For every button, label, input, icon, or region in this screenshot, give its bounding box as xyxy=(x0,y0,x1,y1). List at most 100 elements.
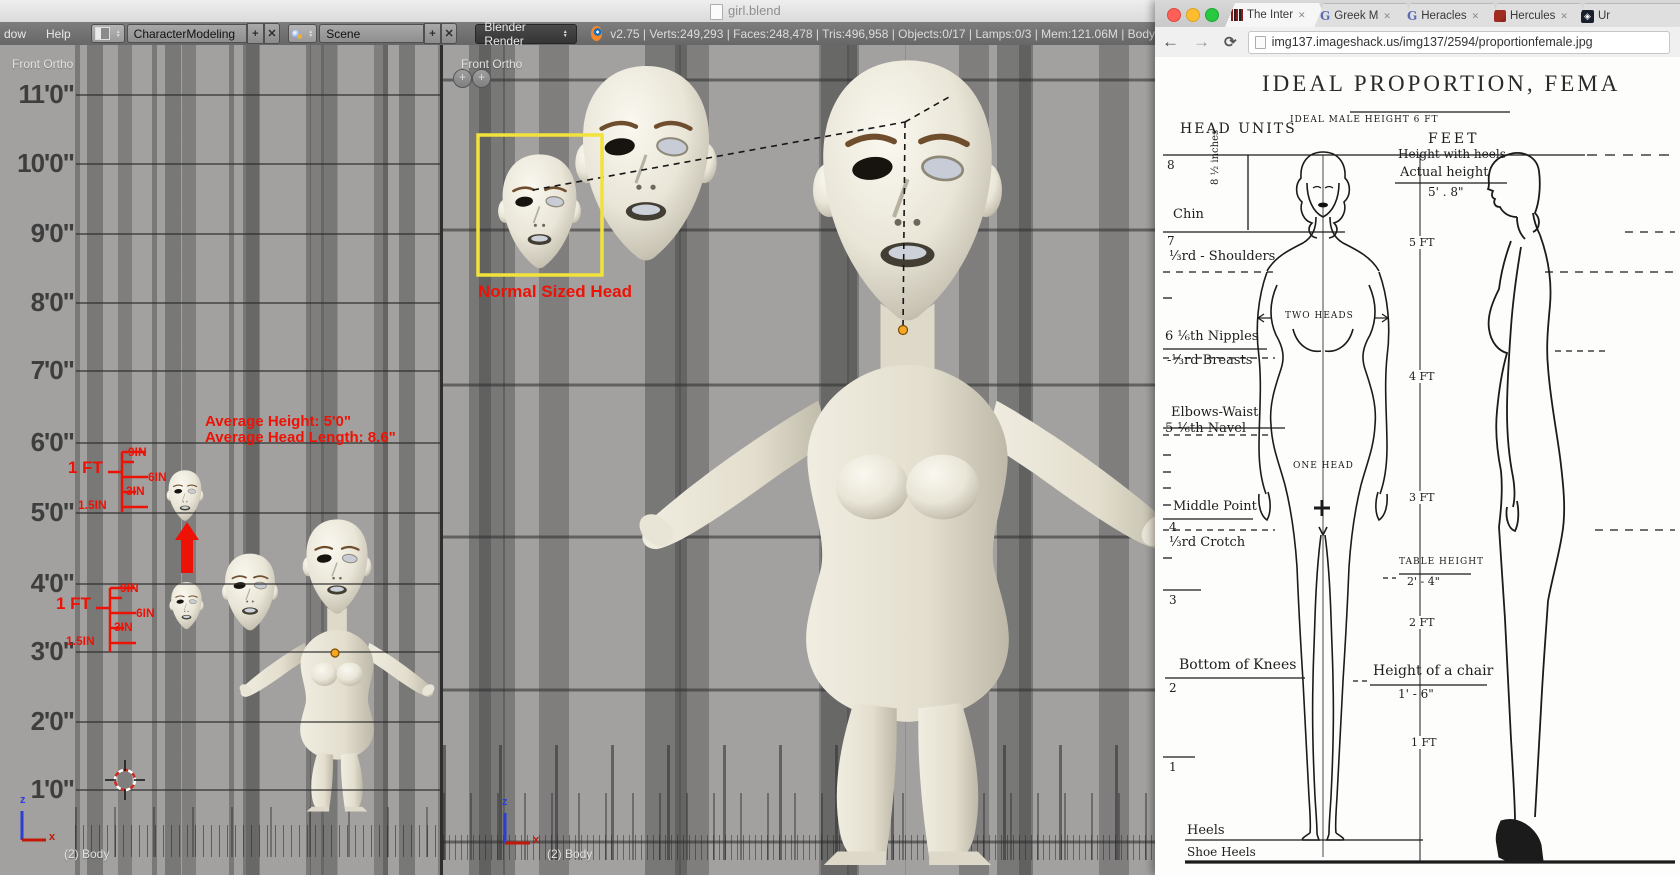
scene-browse-button[interactable]: ▲▼ xyxy=(288,24,317,43)
scene-icon-dot xyxy=(297,34,302,39)
ruler-label: 1'0" xyxy=(2,774,74,805)
table-height-value: 2' - 4" xyxy=(1407,575,1440,588)
layout-add-button[interactable]: + xyxy=(247,23,264,44)
close-tab-icon[interactable]: ✕ xyxy=(1560,11,1568,22)
close-tab-icon[interactable]: ✕ xyxy=(1383,11,1391,22)
view-label: Front Ortho xyxy=(461,57,522,71)
bracket-1-5in: 1.5IN xyxy=(78,498,107,512)
page-title: IDEAL PROPORTION, FEMA xyxy=(1262,71,1620,97)
axis-z-label: z xyxy=(502,796,508,808)
tab-greek-m[interactable]: G Greek M ✕ xyxy=(1314,3,1416,28)
region-expand-button[interactable]: + xyxy=(472,69,491,88)
object-label: (2) Body xyxy=(547,847,592,861)
blender-info-header: dow Help ▲▼ CharacterModeling + ✕ ▲▼ Sce… xyxy=(0,22,1155,46)
red-square-favicon xyxy=(1494,10,1506,22)
bracket-1ft: 1 FT xyxy=(68,458,103,478)
scene-add-button[interactable]: + xyxy=(424,23,441,44)
ft-mark: 1 FT xyxy=(1409,736,1438,749)
side-figure xyxy=(1488,153,1564,861)
inches-note: 8 ½ inches xyxy=(1210,130,1221,185)
tab-the-inter[interactable]: The Inter ✕ xyxy=(1225,3,1329,27)
tab-hercules[interactable]: Hercules ✕ xyxy=(1488,3,1590,28)
zoom-window-button[interactable] xyxy=(1205,8,1219,22)
male-height-note: IDEAL MALE HEIGHT 6 FT xyxy=(1290,115,1439,125)
ruler-label: 3'0" xyxy=(2,636,74,667)
layout-name-field[interactable]: CharacterModeling xyxy=(127,24,247,43)
render-engine-value: Blender Render xyxy=(484,20,562,48)
ruler-label: 9'0" xyxy=(2,218,74,249)
tab-unity[interactable]: ◈ Ur xyxy=(1575,3,1680,28)
ruler-label: 2'0" xyxy=(2,706,74,737)
avg-height-annotation: Average Height: 5'0" xyxy=(205,413,351,430)
elbows-waist-label: Elbows-Waist xyxy=(1171,405,1258,420)
ruler-label: 8'0" xyxy=(2,287,74,318)
layout-delete-button[interactable]: ✕ xyxy=(264,23,281,44)
reload-button[interactable]: ⟳ xyxy=(1217,33,1244,51)
ruler-label: 10'0" xyxy=(2,148,74,179)
axis-x-label: x xyxy=(49,831,55,843)
navel-label: 5 ⅙th Navel xyxy=(1165,421,1246,436)
axis-gizmo xyxy=(505,813,530,843)
bracket-6in: 6IN xyxy=(136,606,155,620)
blender-titlebar: girl.blend xyxy=(0,0,1155,23)
red-up-arrow xyxy=(175,522,199,573)
shoe-heels-label: Shoe Heels xyxy=(1187,845,1256,859)
dropdown-arrows-icon: ▲▼ xyxy=(116,30,121,38)
bracket-1-5in: 1.5IN xyxy=(66,634,95,648)
head-units-label: HEAD UNITS xyxy=(1180,121,1297,137)
ruler-label: 11'0" xyxy=(2,79,74,110)
breasts-label: -⅓rd Breasts xyxy=(1167,353,1252,368)
chin-label: Chin xyxy=(1173,207,1204,222)
axis-gizmo xyxy=(22,811,46,840)
proportion-image: IDEAL PROPORTION, FEMA IDEAL MALE HEIGHT… xyxy=(1155,57,1680,875)
region-expand-button[interactable]: + xyxy=(453,69,472,88)
tab-label: Heracles xyxy=(1421,10,1466,22)
browser-window: The Inter ✕ G Greek M ✕ G Heracles ✕ Her… xyxy=(1155,0,1680,875)
chair-label: Height of a chair xyxy=(1373,663,1493,679)
unit-number: 2 xyxy=(1169,681,1177,695)
viewport-left[interactable]: Front Ortho 11'0" 10'0" 9'0" 8'0" 7'0" 6… xyxy=(0,45,440,875)
window-title: girl.blend xyxy=(728,3,781,18)
dropdown-arrows-icon: ▲▼ xyxy=(308,30,313,38)
g-serif-favicon: G xyxy=(1407,9,1417,23)
layout-icon xyxy=(95,27,110,40)
g-serif-favicon: G xyxy=(1320,9,1330,23)
unit-number: 4 xyxy=(1169,520,1177,534)
page-icon xyxy=(1255,36,1266,49)
render-engine-select[interactable]: Blender Render ▲▼ xyxy=(475,24,576,44)
forward-button[interactable]: → xyxy=(1186,32,1217,52)
address-bar[interactable]: img137.imageshack.us/img137/2594/proport… xyxy=(1248,31,1670,54)
ft-mark: 5 FT xyxy=(1407,236,1436,249)
axis-x-label: x xyxy=(533,834,539,846)
ft-mark: 4 FT xyxy=(1407,370,1436,383)
tab-label: Ur xyxy=(1598,10,1610,22)
bottom-of-knees-label: Bottom of Knees xyxy=(1179,657,1296,673)
middle-point-label: Middle Point xyxy=(1173,499,1257,514)
pivot-point xyxy=(331,649,339,657)
tab-label: Hercules xyxy=(1510,10,1555,22)
back-button[interactable]: ← xyxy=(1155,32,1186,52)
3d-cursor[interactable] xyxy=(105,760,145,800)
bracket-3in: 3IN xyxy=(126,484,145,498)
scene-delete-button[interactable]: ✕ xyxy=(441,23,458,44)
tab-label: The Inter xyxy=(1247,9,1293,21)
ruler-label: 6'0" xyxy=(2,427,74,458)
url-text: img137.imageshack.us/img137/2594/proport… xyxy=(1272,35,1593,49)
ft-mark: 3 FT xyxy=(1407,491,1436,504)
heels-label: Heels xyxy=(1187,823,1225,838)
menu-window[interactable]: dow xyxy=(0,27,36,41)
menu-help[interactable]: Help xyxy=(36,27,81,41)
viewport-center[interactable]: Front Ortho + + Normal Sized Head z x (2… xyxy=(443,45,1155,875)
close-tab-icon[interactable]: ✕ xyxy=(1298,10,1306,21)
center-viewport-overlay xyxy=(443,45,1155,875)
pivot-point xyxy=(899,326,908,335)
screen-layout-button[interactable]: ▲▼ xyxy=(91,24,125,43)
close-window-button[interactable] xyxy=(1167,8,1181,22)
close-tab-icon[interactable]: ✕ xyxy=(1472,11,1480,22)
scene-name-field[interactable]: Scene xyxy=(319,24,424,43)
browser-toolbar: ← → ⟳ img137.imageshack.us/img137/2594/p… xyxy=(1155,27,1680,58)
bracket-9in: 9IN xyxy=(128,445,147,459)
minimize-window-button[interactable] xyxy=(1186,8,1200,22)
tab-heracles[interactable]: G Heracles ✕ xyxy=(1401,3,1503,28)
unit-number: 7 xyxy=(1167,234,1175,248)
